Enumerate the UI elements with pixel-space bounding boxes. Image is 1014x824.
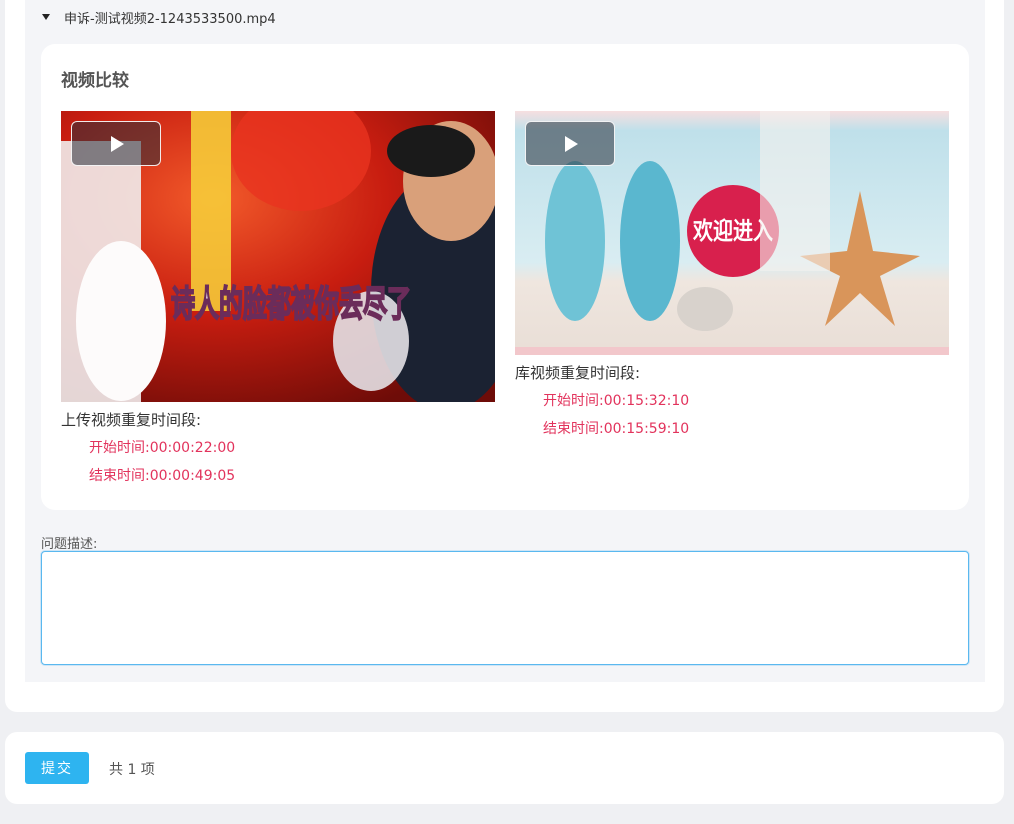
- library-segment-title: 库视频重复时间段:: [515, 364, 641, 382]
- upload-video-player[interactable]: 诗人的脸都被你丢尽了: [61, 111, 495, 402]
- file-name: 申诉-测试视频2-1243533500.mp4: [64, 11, 276, 27]
- upload-play-button[interactable]: [71, 121, 161, 166]
- description-textarea[interactable]: [41, 551, 969, 665]
- play-icon: [111, 135, 124, 152]
- caret-down-icon[interactable]: [42, 14, 50, 20]
- library-end-value: 00:15:59:10: [603, 421, 690, 437]
- video-compare-card: 视频比较 诗人的脸都被你丢尽了: [41, 44, 969, 510]
- upload-segment-title: 上传视频重复时间段:: [61, 411, 202, 429]
- library-video-column: 欢迎进入 库视频重复时间段: 开始时间:00:15:32:10 结束时间:00:…: [515, 111, 949, 439]
- play-icon: [565, 135, 578, 152]
- upload-end-value: 00:00:49:05: [149, 468, 236, 484]
- library-start-label: 开始时间:: [543, 393, 604, 409]
- library-start-value: 00:15:32:10: [603, 393, 690, 409]
- description-label: 问题描述:: [41, 537, 98, 552]
- upload-end-time: 结束时间:00:00:49:05: [61, 466, 495, 486]
- library-start-time: 开始时间:00:15:32:10: [515, 391, 949, 411]
- upload-video-column: 诗人的脸都被你丢尽了 上传视频重复时间段: 开始时间:00:00:22:00 结…: [61, 111, 495, 486]
- compare-title: 视频比较: [61, 71, 129, 91]
- file-row[interactable]: 申诉-测试视频2-1243533500.mp4: [42, 8, 276, 27]
- upload-start-value: 00:00:22:00: [149, 440, 236, 456]
- library-end-time: 结束时间:00:15:59:10: [515, 419, 949, 439]
- upload-end-label: 结束时间:: [89, 468, 150, 484]
- library-play-button[interactable]: [525, 121, 615, 166]
- upload-start-label: 开始时间:: [89, 440, 150, 456]
- upload-caption-text: 诗人的脸都被你丢尽了: [171, 283, 411, 325]
- library-end-label: 结束时间:: [543, 421, 604, 437]
- upload-start-time: 开始时间:00:00:22:00: [61, 438, 495, 458]
- library-video-player[interactable]: 欢迎进入: [515, 111, 949, 355]
- total-count: 共 1 项: [109, 762, 155, 778]
- footer-bar: 提交 共 1 项: [5, 732, 1004, 804]
- submit-button[interactable]: 提交: [25, 752, 89, 784]
